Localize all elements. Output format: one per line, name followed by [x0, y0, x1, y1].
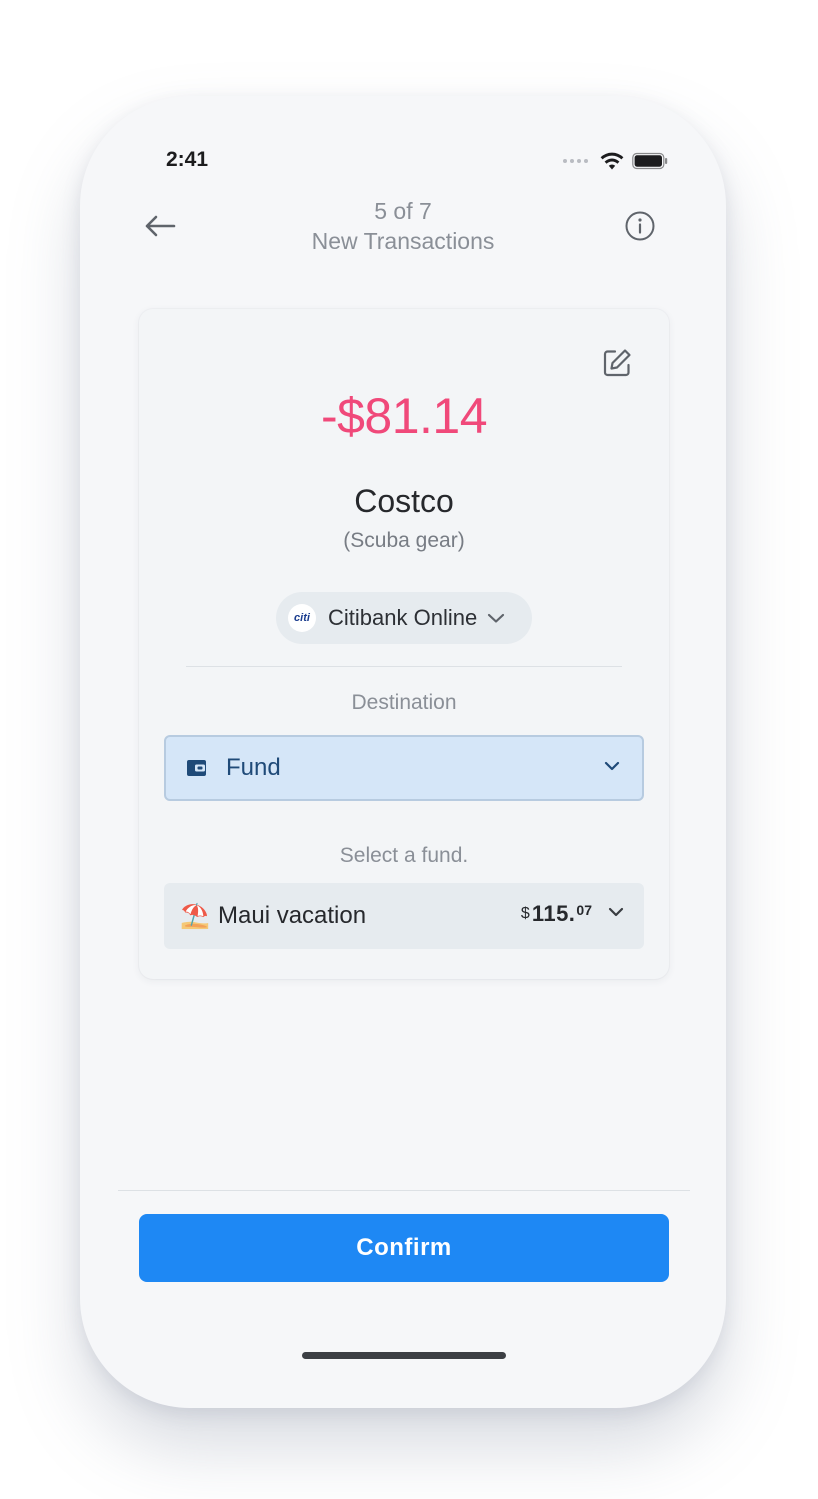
home-indicator [302, 1352, 506, 1359]
citibank-logo: citi [288, 604, 316, 632]
chevron-down-icon [604, 759, 620, 777]
wifi-icon [600, 152, 624, 170]
status-icons [563, 152, 668, 170]
balance-amount: 115. [531, 901, 576, 926]
edit-icon [603, 349, 631, 377]
destination-select[interactable]: Fund [164, 735, 644, 801]
footer-divider [118, 1190, 690, 1191]
chevron-down-icon [608, 905, 624, 923]
fund-select[interactable]: ⛱️ Maui vacation $ 115. 07 [164, 883, 644, 949]
wallet-icon [187, 760, 206, 776]
transaction-amount: -$81.14 [320, 388, 488, 444]
confirm-button[interactable]: Confirm [139, 1214, 669, 1282]
beach-umbrella-icon: ⛱️ [180, 902, 210, 930]
merchant-name: Costco [354, 483, 454, 519]
destination-label: Destination [351, 691, 457, 714]
fund-hint: Select a fund. [339, 844, 469, 867]
account-selector[interactable]: citi Citibank Online [276, 592, 532, 644]
balance-cents: 07 [576, 902, 592, 918]
transaction-note: (Scuba gear) [343, 529, 465, 552]
status-time: 2:41 [166, 148, 209, 171]
info-icon [625, 211, 655, 241]
edit-button[interactable] [599, 345, 635, 381]
chevron-down-icon [487, 612, 505, 624]
balance-currency: $ [520, 905, 530, 922]
cellular-signal-icon [563, 159, 588, 163]
info-button[interactable] [620, 206, 660, 246]
destination-value: Fund [226, 754, 281, 781]
fund-name: Maui vacation [218, 902, 367, 929]
fund-balance: $ 115. 07 [521, 901, 592, 927]
divider [186, 666, 622, 667]
account-label: Citibank Online [328, 605, 478, 630]
phone-frame: 2:41 5 of 7 New Transactions -$81.14 Cos… [80, 96, 726, 1408]
transaction-card: -$81.14 Costco (Scuba gear) citi Citiban… [139, 309, 669, 979]
battery-icon [632, 152, 668, 170]
